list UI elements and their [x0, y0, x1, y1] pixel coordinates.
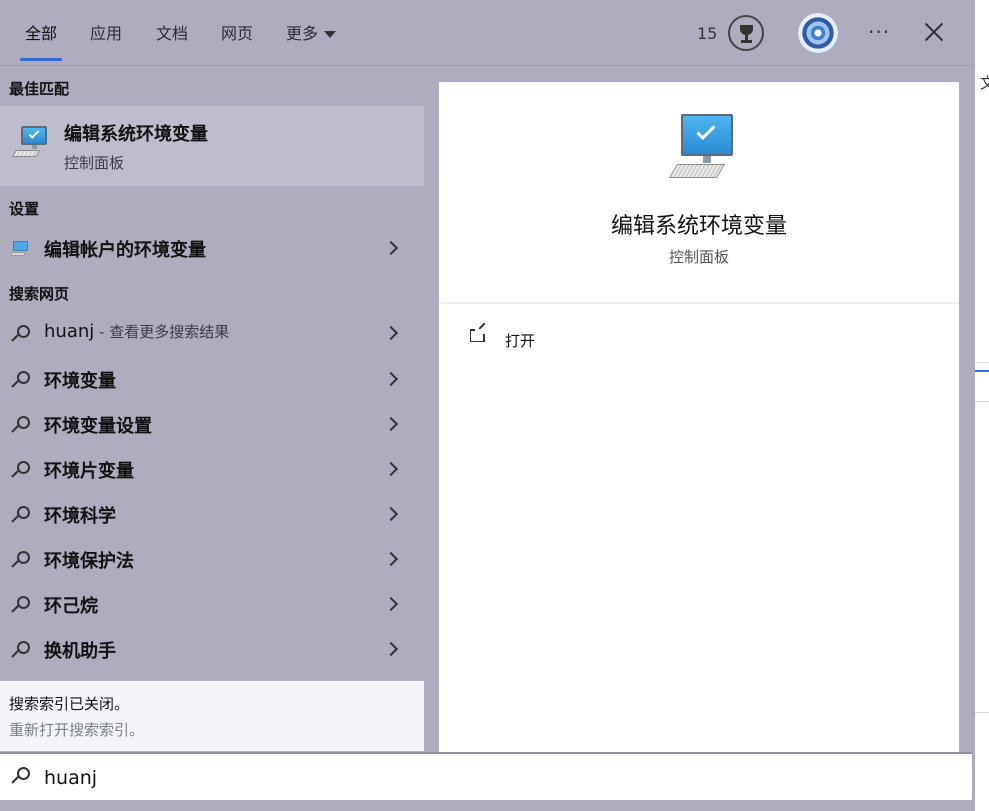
web-result-item[interactable]: 换机助手 [0, 628, 424, 673]
section-heading-web: 搜索网页 [9, 285, 70, 303]
preview-divider [439, 302, 959, 304]
best-match-item[interactable] [0, 106, 424, 186]
web-result-item[interactable]: 环境保护法 [0, 538, 424, 583]
search-panel: 全部 应用 文档 网页 更多 15 ··· 最佳匹配 编辑系统环境变量 控制面板… [0, 0, 975, 811]
search-index-notice: 搜索索引已关闭。 重新打开搜索索引。 [0, 681, 424, 751]
section-heading-settings: 设置 [9, 200, 40, 218]
search-icon [10, 324, 32, 346]
best-match-title: 编辑系统环境变量 [64, 124, 208, 145]
background-divider [975, 401, 989, 402]
web-result-item[interactable]: 环己烷 [0, 583, 424, 628]
tab-all[interactable]: 全部 [25, 22, 57, 46]
top-bar: 全部 应用 文档 网页 更多 15 ··· [0, 0, 975, 66]
web-result-label: 环己烷 [44, 596, 98, 617]
preview-subtitle: 控制面板 [668, 248, 729, 266]
caret-down-icon [324, 31, 337, 38]
section-heading-best-match: 最佳匹配 [9, 80, 70, 98]
settings-item-account-env[interactable]: 编辑帐户的环境变量 [0, 227, 424, 272]
best-match-subtitle: 控制面板 [64, 154, 125, 172]
more-options-icon[interactable]: ··· [868, 20, 890, 44]
open-action[interactable]: 打开 [505, 330, 535, 351]
preview-title: 编辑系统环境变量 [610, 214, 787, 239]
search-icon [10, 766, 32, 788]
web-result-item[interactable]: 环境科学 [0, 493, 424, 538]
control-panel-monitor-icon [10, 124, 50, 162]
web-result-label: 环境变量 [44, 371, 116, 392]
tab-web[interactable]: 网页 [221, 22, 253, 46]
search-icon [10, 505, 32, 527]
background-divider [975, 362, 989, 363]
chevron-right-icon[interactable] [383, 551, 399, 567]
reopen-index-link[interactable]: 重新打开搜索索引。 [9, 719, 144, 740]
web-result-label: 环境保护法 [44, 551, 134, 572]
trophy-icon[interactable] [728, 15, 764, 51]
chevron-right-icon[interactable] [383, 506, 399, 522]
web-result-item[interactable]: huanj - 查看更多搜索结果 [0, 312, 424, 357]
web-result-hint: - 查看更多搜索结果 [94, 323, 230, 341]
chevron-right-icon[interactable] [383, 641, 399, 657]
tab-documents[interactable]: 文档 [156, 22, 188, 46]
tab-more-label: 更多 [286, 24, 319, 43]
web-result-item[interactable]: 环境变量设置 [0, 403, 424, 448]
open-arrow-icon [478, 322, 486, 330]
search-icon [10, 415, 32, 437]
search-icon [10, 640, 32, 662]
search-icon [10, 595, 32, 617]
settings-item-label: 编辑帐户的环境变量 [44, 240, 206, 261]
search-icon [10, 370, 32, 392]
chevron-right-icon[interactable] [383, 240, 399, 256]
monitor-icon [10, 241, 29, 257]
rewards-points: 15 [697, 24, 718, 43]
chevron-right-icon[interactable] [383, 325, 399, 341]
search-input[interactable] [44, 765, 644, 791]
web-result-label: 换机助手 [44, 641, 116, 662]
background-accent-line [975, 370, 989, 372]
search-box[interactable] [0, 752, 972, 800]
web-result-query: huanj [44, 321, 95, 342]
background-divider [975, 712, 989, 713]
chevron-right-icon[interactable] [383, 371, 399, 387]
web-result-label: 环境变量设置 [44, 416, 152, 437]
tab-apps[interactable]: 应用 [90, 22, 122, 46]
web-result-label: 环境片变量 [44, 461, 134, 482]
chevron-right-icon[interactable] [383, 596, 399, 612]
avatar[interactable] [798, 13, 838, 53]
active-tab-indicator [20, 58, 62, 61]
control-panel-monitor-icon [661, 114, 737, 184]
chevron-right-icon[interactable] [383, 461, 399, 477]
tab-more[interactable]: 更多 [286, 22, 337, 46]
background-window [975, 0, 989, 811]
chevron-right-icon[interactable] [383, 416, 399, 432]
web-result-label: 环境科学 [44, 506, 116, 527]
background-window-text: 文 [980, 74, 989, 92]
close-icon[interactable] [921, 20, 947, 46]
open-icon[interactable] [470, 329, 485, 342]
web-result-label: huanj - 查看更多搜索结果 [44, 321, 229, 342]
notice-text: 搜索索引已关闭。 [9, 695, 130, 713]
search-icon [10, 460, 32, 482]
web-result-item[interactable]: 环境变量 [0, 358, 424, 403]
search-icon [10, 550, 32, 572]
preview-pane: 编辑系统环境变量 控制面板 打开 [439, 82, 959, 752]
bottom-edge [0, 800, 975, 811]
web-result-item[interactable]: 环境片变量 [0, 448, 424, 493]
